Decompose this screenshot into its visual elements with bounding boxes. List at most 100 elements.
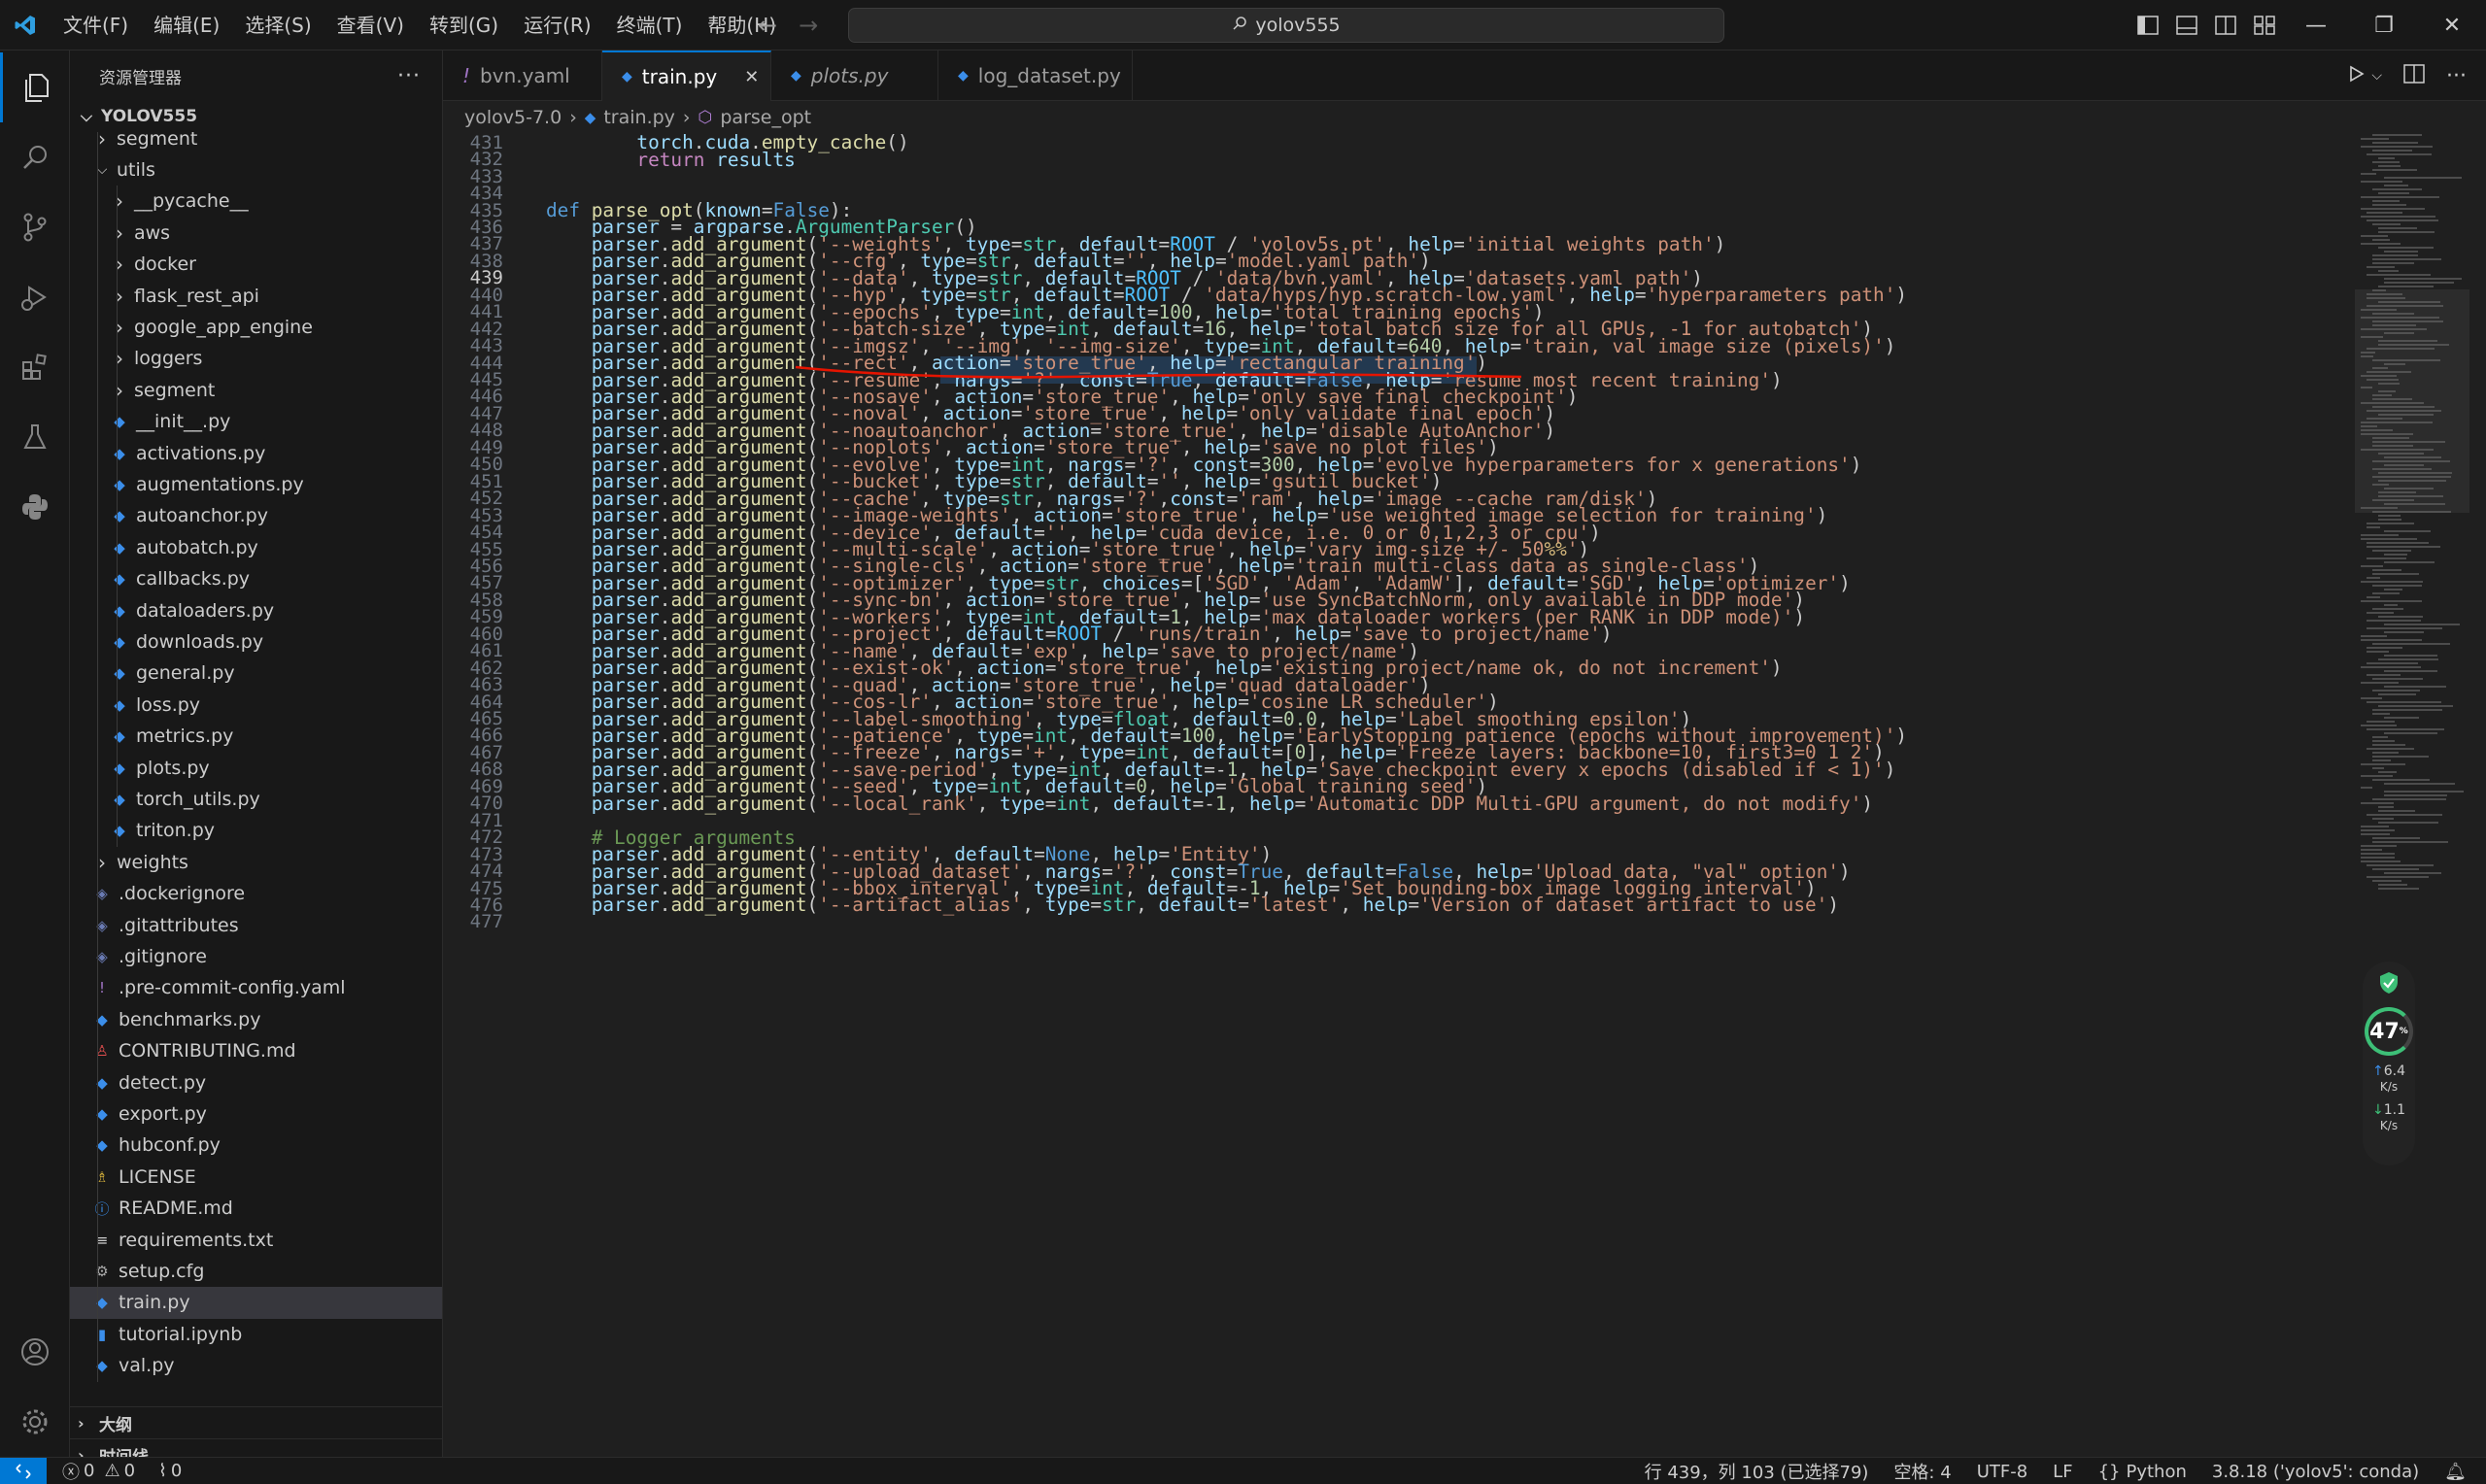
menu-item[interactable]: 转到(G) [417,0,511,51]
outline-section[interactable]: › 大纲 [70,1406,442,1438]
tree-file[interactable]: ◆ torch_utils.py [70,783,442,816]
close-tab-icon[interactable]: ✕ [744,67,759,87]
tree-file[interactable]: ◆ plots.py [70,752,442,784]
settings-gear-icon[interactable] [0,1387,70,1457]
tree-folder[interactable]: › segment [70,132,442,154]
more-actions-icon[interactable]: ··· [397,64,421,88]
tree-file[interactable]: ◆ train.py [70,1286,442,1319]
customize-layout-icon[interactable] [2254,16,2275,35]
python-interpreter[interactable]: 3.8.18 ('yolov5': conda) [2212,1462,2419,1482]
tree-file[interactable]: ◆ __init__.py [70,405,442,438]
tree-file[interactable]: ◈ .dockerignore [70,877,442,910]
testing-icon[interactable] [0,402,70,472]
tree-folder[interactable]: › aws [70,217,442,250]
tree-file[interactable]: ≡ requirements.txt [70,1224,442,1256]
tree-file[interactable]: ◆ triton.py [70,814,442,847]
source-control-icon[interactable] [0,192,70,262]
close-window-icon[interactable]: ✕ [2418,0,2486,51]
language-mode[interactable]: {} Python [2098,1462,2187,1482]
accounts-icon[interactable] [0,1317,70,1387]
tree-folder[interactable]: › segment [70,374,442,407]
more-actions-icon[interactable]: ··· [2446,64,2467,88]
command-center-search[interactable]: yolov555 [848,8,1724,43]
tree-file[interactable]: ⚙ setup.cfg [70,1255,442,1288]
toggle-primary-sidebar-icon[interactable] [2137,16,2159,35]
tree-file[interactable]: ◆ dataloaders.py [70,594,442,626]
indent-guide [97,940,98,973]
minimap[interactable] [2355,134,2486,1457]
encoding[interactable]: UTF-8 [1977,1462,2027,1482]
ports-indicator[interactable]: ⌇ 0 [158,1461,182,1481]
back-arrow-icon[interactable]: ← [758,12,777,39]
run-debug-icon[interactable] [0,262,70,332]
editor-tab[interactable]: ◆ log_dataset.py [938,51,1133,101]
tree-file[interactable]: ◆ detect.py [70,1066,442,1098]
run-file-icon[interactable] [2346,64,2366,88]
breadcrumb-folder[interactable]: yolov5-7.0 [464,107,562,128]
tree-file[interactable]: ◆ general.py [70,657,442,690]
forward-arrow-icon[interactable]: → [799,12,818,39]
search-view-icon[interactable] [0,122,70,192]
breadcrumb-file[interactable]: train.py [603,107,675,128]
editor-tab[interactable]: ◆ plots.py [771,51,938,101]
menu-item[interactable]: 文件(F) [51,0,141,51]
tree-file[interactable]: ◆ benchmarks.py [70,1003,442,1036]
menu-item[interactable]: 终端(T) [604,0,696,51]
cursor-position[interactable]: 行 439，列 103 (已选择79) [1645,1459,1869,1484]
tree-file[interactable]: ◈ .gitignore [70,940,442,973]
minimize-icon[interactable]: — [2282,0,2350,51]
tree-file[interactable]: ◆ loss.py [70,689,442,722]
menu-item[interactable]: 选择(S) [232,0,324,51]
editor-tab[interactable]: ! bvn.yaml [443,51,602,101]
explorer-icon[interactable] [0,52,70,122]
tree-file[interactable]: ♙ CONTRIBUTING.md [70,1034,442,1067]
workspace-root-label: YOLOV555 [101,107,198,126]
tree-file[interactable]: ◆ downloads.py [70,625,442,658]
tree-file[interactable]: ◆ autoanchor.py [70,499,442,532]
tree-file[interactable]: ◈ .gitattributes [70,909,442,941]
python-icon[interactable] [0,472,70,542]
tree-file[interactable]: ◆ activations.py [70,437,442,469]
tree-file[interactable]: ! .pre-commit-config.yaml [70,971,442,1004]
tree-folder[interactable]: › docker [70,248,442,281]
workspace-root[interactable]: ⌵ YOLOV555 [70,101,442,132]
tree-file[interactable]: ◆ metrics.py [70,720,442,753]
tree-file[interactable]: ♗ LICENSE [70,1161,442,1194]
notifications-bell-icon[interactable]: 🔔︎ [2444,1462,2467,1482]
minimap-line [2361,845,2397,847]
tree-file[interactable]: ◆ callbacks.py [70,562,442,595]
menu-item[interactable]: 查看(V) [324,0,417,51]
remote-indicator-icon[interactable] [0,1457,47,1484]
tree-file[interactable]: ◆ augmentations.py [70,468,442,501]
tree-file[interactable]: ◆ hubconf.py [70,1129,442,1162]
tree-file[interactable]: ▮ tutorial.ipynb [70,1318,442,1351]
code-editor[interactable]: 431 torch.cuda.empty_cache() 432 return r… [443,134,2355,1457]
editor-tab[interactable]: ◆ train.py ✕ [602,51,771,101]
tree-folder[interactable]: › __pycache__ [70,185,442,218]
tree-folder[interactable]: › weights [70,846,442,879]
problems-indicator[interactable]: ⓧ 0 ⚠ 0 [62,1459,135,1484]
tree-folder[interactable]: › flask_rest_api [70,280,442,312]
end-of-line[interactable]: LF [2053,1462,2072,1482]
breadcrumb-symbol[interactable]: parse_opt [720,107,811,128]
minimap-line [2372,592,2400,594]
tree-folder[interactable]: › google_app_engine [70,311,442,344]
minimap-line [2361,449,2434,451]
menu-item[interactable]: 编辑(E) [141,0,232,51]
tree-folder[interactable]: › loggers [70,342,442,375]
tree-file[interactable]: ◆ autobatch.py [70,531,442,564]
tree-folder[interactable]: ⌵ utils [70,153,442,186]
timeline-section[interactable]: › 时间线 [70,1438,442,1457]
toggle-panel-icon[interactable] [2176,16,2197,35]
chevron-down-icon[interactable]: ⌵ [2371,68,2382,84]
maximize-icon[interactable]: ❐ [2350,0,2418,51]
indentation[interactable]: 空格: 4 [1893,1459,1951,1484]
tree-file[interactable]: ◆ export.py [70,1097,442,1130]
system-monitor-widget[interactable]: 47% ↑6.4 K/s ↓1.1 K/s [2363,961,2415,1165]
split-editor-icon[interactable] [2403,63,2425,88]
menu-item[interactable]: 运行(R) [511,0,604,51]
extensions-icon[interactable] [0,332,70,402]
tree-file[interactable]: ◆ val.py [70,1349,442,1382]
toggle-secondary-sidebar-icon[interactable] [2215,16,2236,35]
tree-file[interactable]: ⓘ README.md [70,1192,442,1225]
